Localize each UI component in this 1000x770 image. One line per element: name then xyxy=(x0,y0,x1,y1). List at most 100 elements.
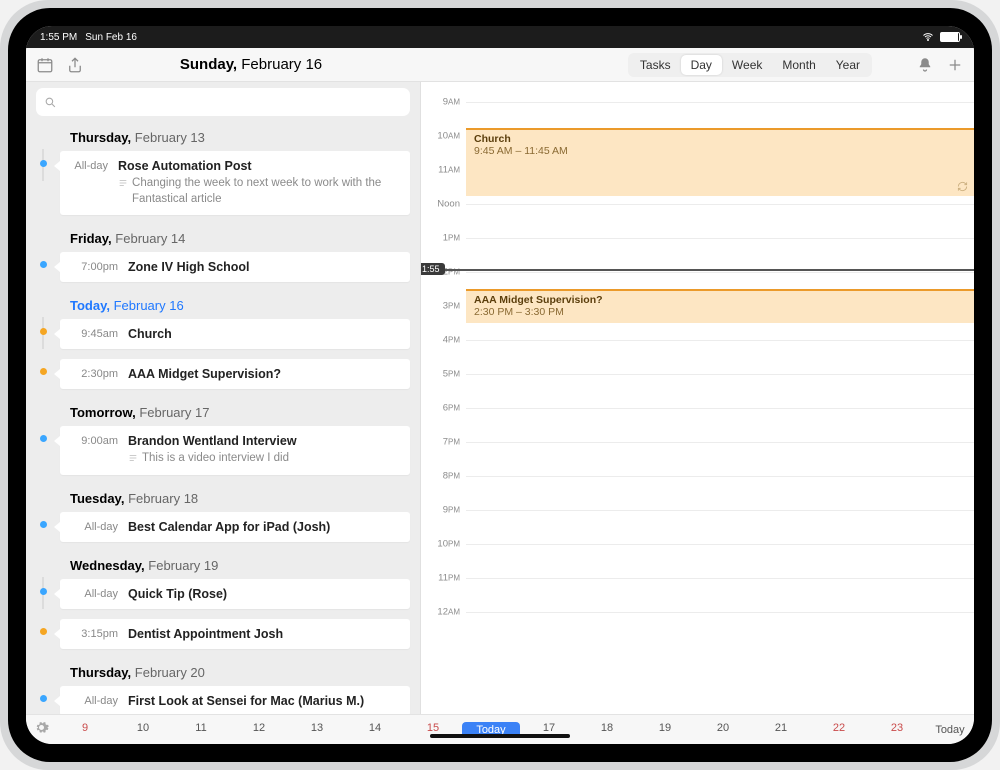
event-body: First Look at Sensei for Mac (Marius M.) xyxy=(128,694,364,708)
event-card[interactable]: 2:30pm AAA Midget Supervision? xyxy=(60,359,410,389)
agenda-event-row[interactable]: All-dayBest Calendar App for iPad (Josh) xyxy=(26,510,420,550)
date-strip-day[interactable]: 23 xyxy=(868,722,926,738)
hour-label: Noon xyxy=(421,199,466,210)
event-card[interactable]: 9:00am Brandon Wentland InterviewThis is … xyxy=(60,426,410,475)
agenda-event-row[interactable]: All-dayRose Automation PostChanging the … xyxy=(26,149,420,223)
agenda-event-row[interactable]: 2:30pm AAA Midget Supervision? xyxy=(26,357,420,397)
hour-label: 12AM xyxy=(421,607,466,618)
timeline-event-time: 2:30 PM – 3:30 PM xyxy=(474,306,564,318)
hour-label: 10PM xyxy=(421,539,466,550)
add-event-icon[interactable] xyxy=(946,56,964,74)
event-card[interactable]: 7:00pmZone IV High School xyxy=(60,252,410,282)
view-tab-day[interactable]: Day xyxy=(681,55,722,75)
calendar-dot-icon xyxy=(40,368,47,375)
hour-label: 5PM xyxy=(421,369,466,380)
event-time: 2:30pm xyxy=(70,367,118,381)
agenda-event-row[interactable]: 9:00am Brandon Wentland InterviewThis is … xyxy=(26,424,420,483)
settings-icon[interactable] xyxy=(26,720,56,739)
date-strip-day[interactable]: 13 xyxy=(288,722,346,738)
hour-label: 9PM xyxy=(421,505,466,516)
event-card[interactable]: 3:15pmDentist Appointment Josh xyxy=(60,619,410,649)
timeline-pane[interactable]: 8AM9AM10AM11AMNoon1PM2PM3PM4PM5PM6PM7PM8… xyxy=(421,82,974,714)
day-date: February 13 xyxy=(135,130,205,145)
view-tab-year[interactable]: Year xyxy=(826,55,870,75)
app-toolbar: Sunday, February 16 TasksDayWeekMonthYea… xyxy=(26,48,974,82)
hour-gridline xyxy=(466,612,974,613)
hour-gridline xyxy=(466,102,974,103)
date-strip-day[interactable]: 20 xyxy=(694,722,752,738)
event-title: First Look at Sensei for Mac (Marius M.) xyxy=(128,694,364,708)
date-strip-day[interactable]: 19 xyxy=(636,722,694,738)
hour-label: 11PM xyxy=(421,573,466,584)
day-date: February 14 xyxy=(115,231,185,246)
day-date: February 20 xyxy=(135,665,205,680)
agenda-day-header: Wednesday, February 19 xyxy=(26,550,420,577)
hour-label: 1PM xyxy=(421,233,466,244)
agenda-event-row[interactable]: 9:45amChurch xyxy=(26,317,420,357)
agenda-day-header: Today, February 16 xyxy=(26,290,420,317)
date-strip-day[interactable]: 14 xyxy=(346,722,404,738)
timeline-event-time: 9:45 AM – 11:45 AM xyxy=(474,145,568,157)
hour-label: 8PM xyxy=(421,471,466,482)
hour-gridline xyxy=(466,476,974,477)
status-date: Sun Feb 16 xyxy=(85,32,137,43)
timeline-event-block[interactable]: AAA Midget Supervision?2:30 PM – 3:30 PM xyxy=(466,289,974,323)
agenda-event-row[interactable]: All-dayQuick Tip (Rose) xyxy=(26,577,420,617)
hour-gridline xyxy=(466,442,974,443)
calendar-dot-icon xyxy=(40,628,47,635)
calendar-dot-icon xyxy=(40,328,47,335)
home-indicator[interactable] xyxy=(430,734,570,738)
search-field[interactable] xyxy=(63,95,402,109)
event-card[interactable]: All-dayBest Calendar App for iPad (Josh) xyxy=(60,512,410,542)
date-strip-day[interactable]: 11 xyxy=(172,722,230,738)
notifications-icon[interactable] xyxy=(916,56,934,74)
view-segmented-control[interactable]: TasksDayWeekMonthYear xyxy=(628,53,872,77)
calendar-dot-icon xyxy=(40,261,47,268)
timeline-event-block[interactable]: Church9:45 AM – 11:45 AM xyxy=(466,128,974,196)
date-strip-day[interactable]: 9 xyxy=(56,722,114,738)
agenda-list[interactable]: Thursday, February 13All-dayRose Automat… xyxy=(26,122,420,714)
view-tab-week[interactable]: Week xyxy=(722,55,772,75)
calendar-sets-icon[interactable] xyxy=(36,56,54,74)
agenda-event-row[interactable]: All-dayFirst Look at Sensei for Mac (Mar… xyxy=(26,684,420,714)
title-date: February 16 xyxy=(241,56,322,73)
event-card[interactable]: All-dayFirst Look at Sensei for Mac (Mar… xyxy=(60,686,410,714)
day-date: February 18 xyxy=(128,491,198,506)
calendar-dot-icon xyxy=(40,695,47,702)
day-weekday: Today, xyxy=(70,298,110,313)
event-body: Brandon Wentland InterviewThis is a vide… xyxy=(128,434,297,467)
date-strip-day[interactable]: 10 xyxy=(114,722,172,738)
day-date: February 17 xyxy=(139,405,209,420)
event-card[interactable]: All-dayRose Automation PostChanging the … xyxy=(60,151,410,215)
wifi-icon xyxy=(922,31,934,43)
date-strip-day[interactable]: 18 xyxy=(578,722,636,738)
event-card[interactable]: 9:45amChurch xyxy=(60,319,410,349)
event-card[interactable]: All-dayQuick Tip (Rose) xyxy=(60,579,410,609)
view-tab-month[interactable]: Month xyxy=(772,55,825,75)
agenda-event-row[interactable]: 3:15pmDentist Appointment Josh xyxy=(26,617,420,657)
date-strip-day[interactable]: 21 xyxy=(752,722,810,738)
view-tab-tasks[interactable]: Tasks xyxy=(630,55,681,75)
share-icon[interactable] xyxy=(66,56,84,74)
event-title: Zone IV High School xyxy=(128,260,250,274)
day-weekday: Tomorrow, xyxy=(70,405,136,420)
event-title: Rose Automation Post xyxy=(118,159,400,173)
title-weekday: Sunday, xyxy=(180,56,237,73)
repeat-icon xyxy=(957,181,968,192)
search-input[interactable] xyxy=(36,88,410,116)
event-body: Dentist Appointment Josh xyxy=(128,627,283,641)
goto-today-button[interactable]: Today xyxy=(926,724,974,736)
event-time: 9:00am xyxy=(70,434,118,467)
battery-icon xyxy=(940,32,960,42)
day-weekday: Thursday, xyxy=(70,130,131,145)
date-strip-day[interactable]: 12 xyxy=(230,722,288,738)
calendar-dot-icon xyxy=(40,160,47,167)
hour-label: 6PM xyxy=(421,403,466,414)
hour-gridline xyxy=(466,578,974,579)
date-strip-day[interactable]: 22 xyxy=(810,722,868,738)
event-body: Church xyxy=(128,327,172,341)
calendar-dot-icon xyxy=(40,588,47,595)
event-body: AAA Midget Supervision? xyxy=(128,367,281,381)
event-time: All-day xyxy=(70,520,118,534)
agenda-event-row[interactable]: 7:00pmZone IV High School xyxy=(26,250,420,290)
